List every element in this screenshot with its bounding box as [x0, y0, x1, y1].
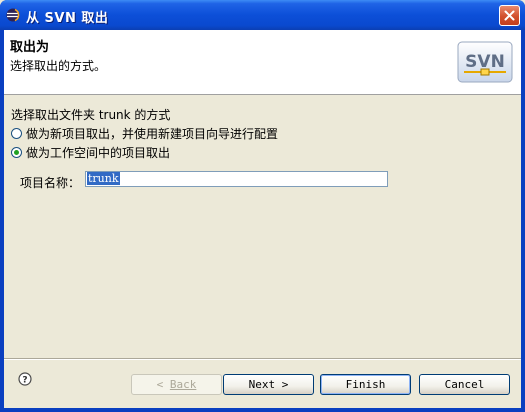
dialog-body: 取出为 选择取出的方式。 SVN 选择取出文件夹 trunk 的方式 做为新项目… — [4, 30, 521, 408]
radio-new-project-label: 做为新项目取出，并使用新建项目向导进行配置 — [26, 127, 279, 141]
finish-button[interactable]: Finish — [320, 374, 411, 395]
radio-circle[interactable] — [11, 128, 22, 139]
back-arrow: < — [156, 378, 170, 391]
cancel-label: Cancel — [444, 378, 485, 391]
wizard-banner: 取出为 选择取出的方式。 SVN — [4, 30, 521, 95]
radio-circle-selected[interactable] — [11, 147, 22, 158]
radio-new-project[interactable]: 做为新项目取出，并使用新建项目向导进行配置 — [11, 125, 278, 142]
close-icon — [504, 10, 515, 21]
finish-label: Finish — [345, 378, 386, 391]
radio-workspace-project[interactable]: 做为工作空间中的项目取出 — [11, 144, 170, 161]
project-name-value: trunk — [87, 172, 120, 185]
next-button[interactable]: Next > — [223, 374, 314, 395]
eclipse-icon — [6, 8, 20, 22]
back-button[interactable]: < Back — [131, 374, 222, 395]
checkout-method-label: 选择取出文件夹 trunk 的方式 — [11, 108, 171, 122]
title-bar[interactable]: 从 SVN 取出 — [0, 0, 525, 30]
window-title: 从 SVN 取出 — [26, 11, 109, 26]
svn-logo-icon: SVN — [457, 41, 513, 83]
help-icon[interactable]: ? — [18, 372, 32, 386]
project-name-input[interactable]: trunk — [85, 171, 388, 187]
project-name-label: 项目名称： — [20, 176, 81, 190]
cancel-button[interactable]: Cancel — [419, 374, 510, 395]
page-title: 取出为 — [10, 40, 50, 55]
next-label: Next > — [248, 378, 289, 391]
page-description: 选择取出的方式。 — [10, 59, 107, 73]
back-label: Back — [169, 378, 197, 391]
button-bar-separator — [4, 358, 521, 360]
dialog-window: 从 SVN 取出 取出为 选择取出的方式。 SVN 选择取出文件夹 trunk … — [0, 0, 525, 412]
svg-text:?: ? — [22, 376, 27, 386]
radio-workspace-project-label: 做为工作空间中的项目取出 — [26, 146, 171, 160]
close-button[interactable] — [499, 5, 520, 26]
